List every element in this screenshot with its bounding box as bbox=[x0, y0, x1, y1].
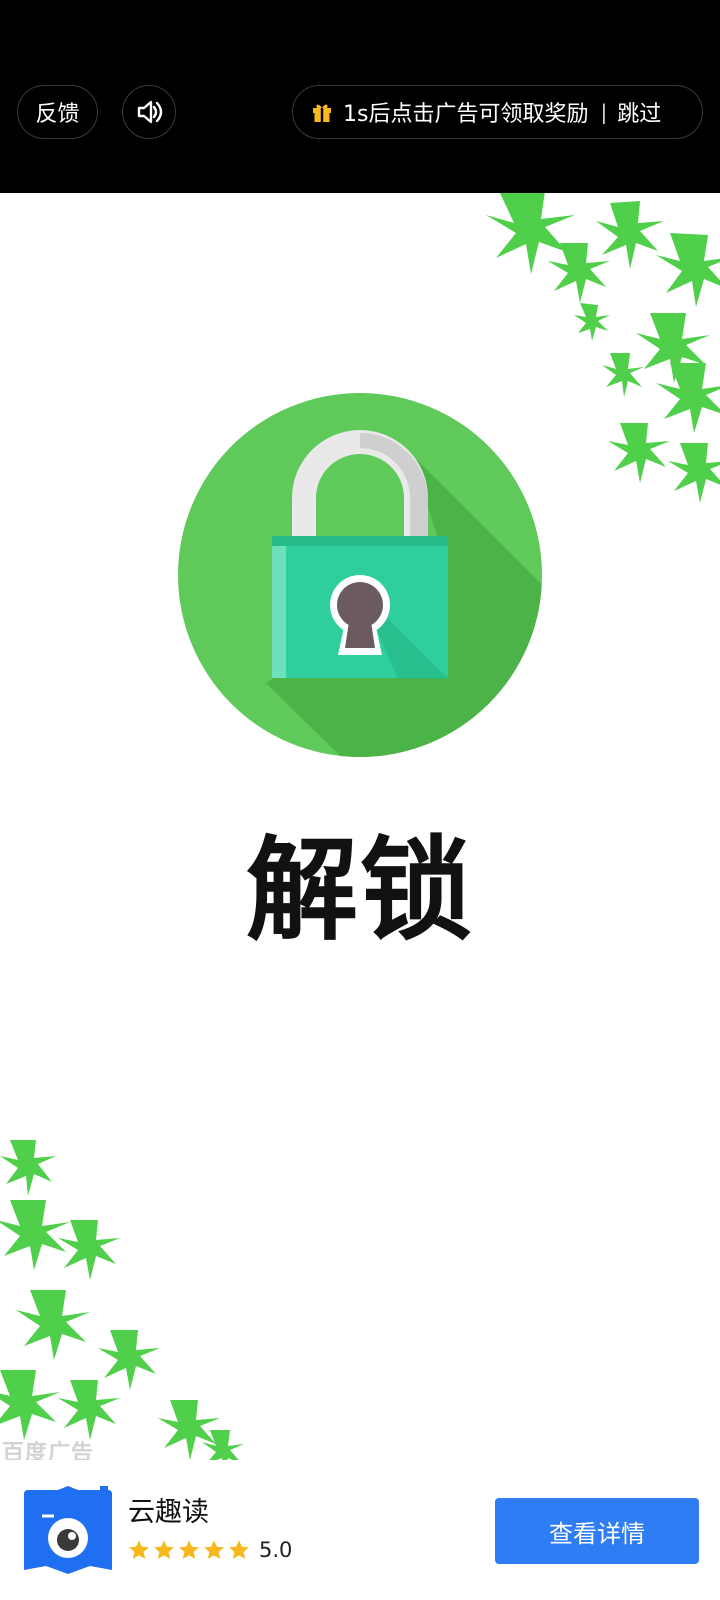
sound-toggle-button[interactable] bbox=[122, 85, 176, 139]
app-name: 云趣读 bbox=[128, 1497, 209, 1528]
speaker-icon bbox=[137, 100, 163, 124]
star-icon bbox=[229, 1540, 249, 1559]
skip-button[interactable]: 跳过 bbox=[617, 96, 661, 128]
star-icon bbox=[204, 1540, 224, 1559]
star-icon bbox=[129, 1540, 149, 1559]
reward-skip-pill[interactable]: 1s后点击广告可领取奖励 | 跳过 bbox=[292, 85, 703, 139]
rating-value: 5.0 bbox=[259, 1538, 293, 1562]
view-details-button[interactable]: 查看详情 bbox=[495, 1498, 699, 1564]
reward-countdown-text: 1s后点击广告可领取奖励 bbox=[343, 102, 589, 127]
headline-text: 解锁 bbox=[246, 826, 474, 956]
separator: | bbox=[600, 100, 608, 124]
view-details-label: 查看详情 bbox=[549, 1519, 645, 1548]
app-icon[interactable] bbox=[20, 1486, 116, 1574]
gift-icon bbox=[313, 104, 331, 122]
star-icon bbox=[154, 1540, 174, 1559]
feedback-button[interactable]: 反馈 bbox=[17, 85, 98, 139]
padlock-icon bbox=[178, 393, 542, 757]
star-icon bbox=[179, 1540, 199, 1559]
feedback-label: 反馈 bbox=[35, 102, 80, 127]
rating-stars: 5.0 bbox=[128, 1538, 292, 1562]
leaves-decoration-bottom bbox=[0, 1140, 244, 1460]
